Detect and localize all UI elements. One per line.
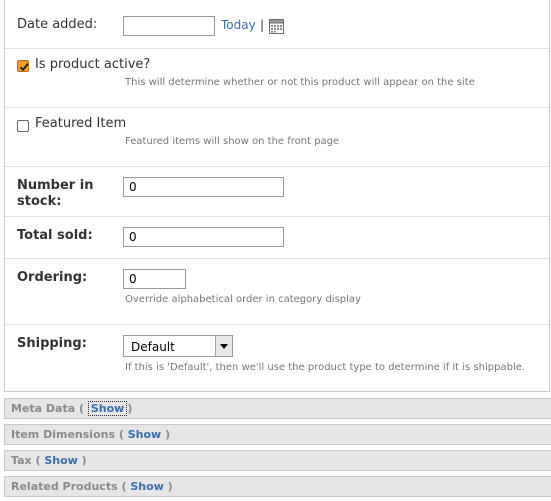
meta-data-show-link[interactable]: Show bbox=[87, 401, 128, 416]
ordering-help: Override alphabetical order in category … bbox=[125, 294, 361, 305]
related-products-title: Related Products bbox=[11, 480, 118, 493]
tax-close-paren: ) bbox=[81, 454, 87, 467]
ordering-label: Ordering: bbox=[17, 270, 88, 285]
shipping-select[interactable]: Default bbox=[123, 335, 233, 357]
meta-data-open-paren: ( bbox=[79, 402, 85, 415]
featured-checkbox[interactable] bbox=[17, 120, 29, 132]
related-products-show-link[interactable]: Show bbox=[130, 480, 163, 493]
calendar-icon[interactable] bbox=[269, 19, 284, 34]
today-link[interactable]: Today bbox=[221, 18, 256, 32]
item-dimensions-section: Item Dimensions ( Show ) bbox=[4, 424, 551, 445]
shipping-label: Shipping: bbox=[17, 336, 87, 351]
ordering-row: Ordering: Override alphabetical order in… bbox=[5, 259, 549, 325]
tax-section: Tax ( Show ) bbox=[4, 450, 551, 471]
is-active-label[interactable]: Is product active? bbox=[35, 57, 150, 72]
featured-row: Featured Item Featured items will show o… bbox=[5, 108, 549, 167]
is-active-checkbox[interactable] bbox=[17, 60, 29, 72]
related-products-close-paren: ) bbox=[167, 480, 173, 493]
checkmark-icon bbox=[19, 63, 29, 72]
number-in-stock-input[interactable] bbox=[123, 177, 284, 197]
date-added-label: Date added: bbox=[17, 17, 98, 32]
number-in-stock-row: Number in stock: bbox=[5, 167, 549, 217]
shipping-row: Shipping: Default If this is 'Default', … bbox=[5, 325, 549, 391]
featured-label[interactable]: Featured Item bbox=[35, 116, 126, 131]
tax-title: Tax bbox=[11, 454, 32, 467]
related-products-open-paren: ( bbox=[121, 480, 127, 493]
tax-show-link[interactable]: Show bbox=[44, 454, 77, 467]
product-form: Date added: Today | Is product active? T… bbox=[4, 0, 550, 392]
date-added-input[interactable] bbox=[123, 16, 215, 36]
number-in-stock-label: Number in stock: bbox=[17, 178, 93, 210]
related-products-section: Related Products ( Show ) bbox=[4, 476, 551, 497]
item-dimensions-show-link[interactable]: Show bbox=[128, 428, 161, 441]
date-separator: | bbox=[260, 18, 265, 32]
item-dimensions-title: Item Dimensions bbox=[11, 428, 116, 441]
number-in-stock-label-line2: stock: bbox=[17, 194, 62, 209]
is-active-help: This will determine whether or not this … bbox=[125, 77, 475, 88]
meta-data-section: Meta Data ( Show) bbox=[4, 398, 551, 419]
ordering-input[interactable] bbox=[123, 269, 186, 289]
shipping-selected-value: Default bbox=[131, 340, 175, 354]
total-sold-label: Total sold: bbox=[17, 228, 93, 243]
total-sold-row: Total sold: bbox=[5, 217, 549, 259]
meta-data-title: Meta Data bbox=[11, 402, 76, 415]
tax-open-paren: ( bbox=[35, 454, 41, 467]
meta-data-close-paren: ) bbox=[127, 402, 133, 415]
is-active-row: Is product active? This will determine w… bbox=[5, 49, 549, 108]
shipping-help: If this is 'Default', then we'll use the… bbox=[125, 362, 526, 373]
item-dimensions-close-paren: ) bbox=[165, 428, 171, 441]
total-sold-input[interactable] bbox=[123, 227, 284, 247]
featured-help: Featured items will show on the front pa… bbox=[125, 136, 340, 147]
item-dimensions-open-paren: ( bbox=[118, 428, 124, 441]
date-added-row: Date added: Today | bbox=[5, 0, 549, 49]
number-in-stock-label-line1: Number in bbox=[17, 178, 94, 193]
dropdown-arrow-icon[interactable] bbox=[215, 336, 232, 356]
